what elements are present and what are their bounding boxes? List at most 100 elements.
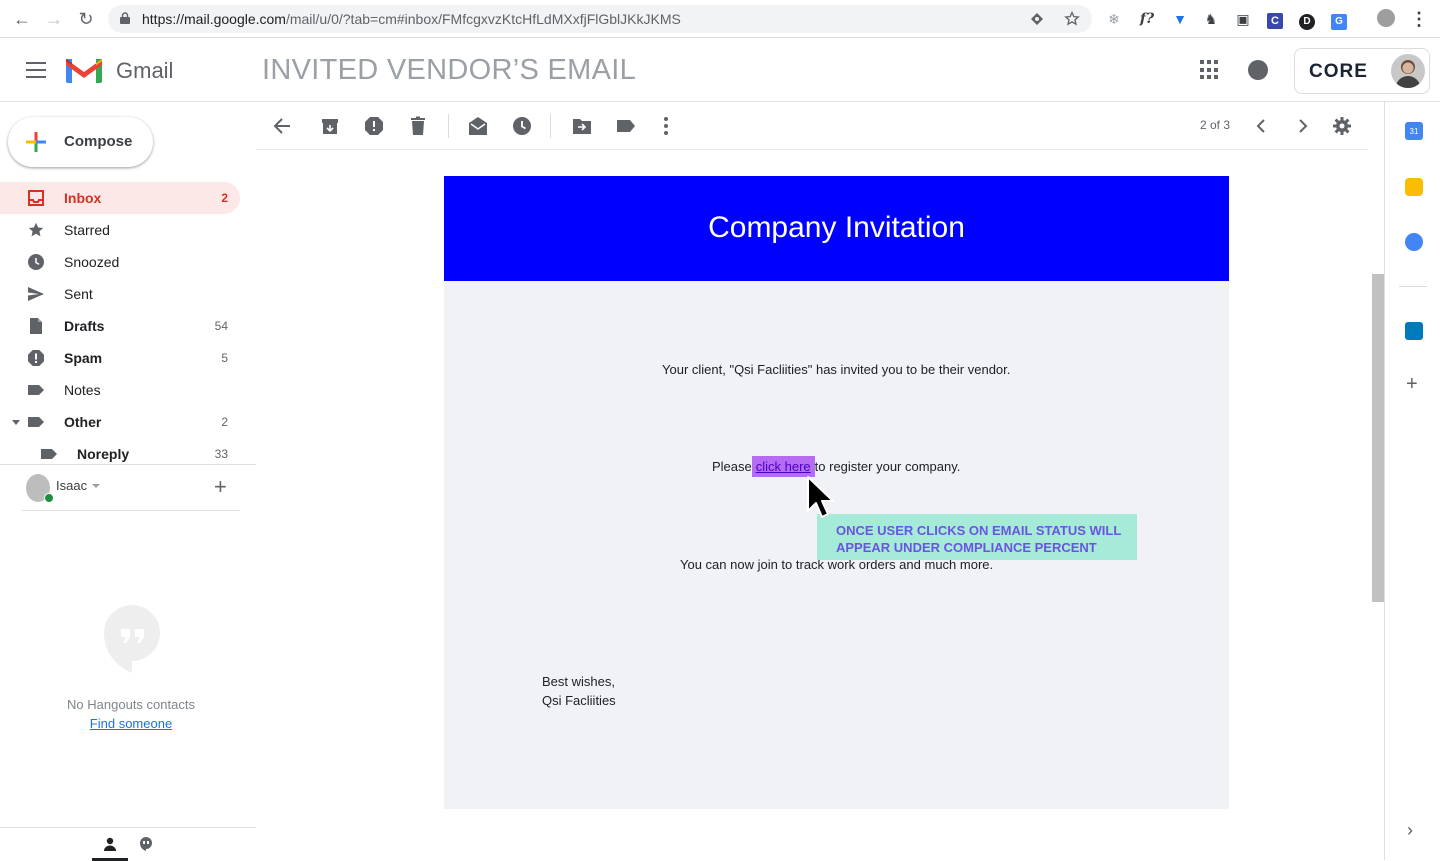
email-signature: Qsi Facliities: [542, 693, 616, 708]
toolbar-separator: [448, 114, 449, 138]
hangouts-user-name[interactable]: Isaac: [56, 478, 87, 493]
side-addons-panel: 31 + ›: [1384, 102, 1440, 860]
email-banner: Company Invitation: [444, 176, 1229, 281]
find-someone-link[interactable]: Find someone: [0, 716, 262, 731]
sidebar-item-noreply[interactable]: Noreply 33: [0, 438, 240, 464]
compose-button[interactable]: Compose: [8, 117, 153, 167]
email-title: Company Invitation: [708, 211, 965, 244]
file-icon: [30, 318, 42, 334]
label-tag-icon[interactable]: [616, 116, 636, 136]
compose-plus-icon: [26, 132, 46, 152]
sidebar-item-drafts[interactable]: Drafts 54: [0, 310, 240, 342]
bookmark-star-icon[interactable]: [1064, 11, 1080, 27]
address-bar[interactable]: https://mail.google.com/mail/u/0/?tab=cm…: [108, 5, 1092, 33]
label-icon: [28, 385, 44, 395]
email-signoff: Best wishes,: [542, 674, 615, 689]
label-icon: [28, 417, 44, 427]
screenshot-extension-icon[interactable]: ▣: [1233, 9, 1253, 29]
back-arrow-icon[interactable]: ←: [12, 9, 32, 29]
tracking-eye-icon[interactable]: [1030, 12, 1044, 26]
chevron-right-icon[interactable]: [1292, 116, 1312, 136]
email-register-line: Please click here to register your company…: [712, 456, 961, 477]
sidebar-item-spam[interactable]: Spam 5: [0, 342, 240, 374]
add-contact-icon[interactable]: +: [214, 475, 227, 499]
sidebar-item-snoozed[interactable]: Snoozed: [0, 246, 240, 278]
hangouts-tab-icon[interactable]: [139, 837, 153, 851]
label-icon: [41, 449, 57, 459]
hangouts-user[interactable]: Isaac +: [22, 473, 240, 511]
account-switcher[interactable]: CORE: [1294, 48, 1430, 94]
online-status-dot: [44, 493, 54, 503]
snowflake-extension-icon[interactable]: ❄: [1104, 9, 1124, 29]
vue-extension-icon[interactable]: ▼: [1170, 9, 1190, 29]
c-extension-icon[interactable]: C: [1265, 9, 1285, 29]
more-options-icon[interactable]: [656, 116, 676, 136]
report-spam-icon[interactable]: [364, 116, 384, 136]
notifications-bell-icon[interactable]: [1248, 60, 1268, 80]
sidebar-item-notes[interactable]: Notes: [0, 374, 240, 406]
sidebar-bottom-tabs: [0, 827, 256, 861]
email-register-suffix: to register your company.: [814, 459, 961, 474]
account-avatar[interactable]: [1391, 54, 1425, 88]
star-icon: [28, 222, 44, 237]
get-addons-plus-icon[interactable]: +: [1406, 374, 1418, 394]
sidebar-item-sent[interactable]: Sent: [0, 278, 240, 310]
move-to-folder-icon[interactable]: [572, 116, 592, 136]
annotation-callout: ONCE USER CLICKS ON EMAIL STATUS WILL AP…: [817, 514, 1137, 560]
trello-icon[interactable]: [1405, 322, 1423, 340]
forward-arrow-icon[interactable]: →: [44, 9, 64, 29]
sidebar-divider: [0, 464, 256, 465]
core-logo: CORE: [1309, 61, 1368, 82]
gmail-logo-icon[interactable]: [64, 55, 104, 85]
hangouts-quote-icon: [104, 605, 160, 673]
sidebar-item-inbox[interactable]: Inbox 2: [0, 182, 240, 214]
contacts-tab[interactable]: [92, 828, 128, 861]
tasks-icon[interactable]: [1405, 233, 1423, 251]
send-icon: [28, 287, 44, 301]
sidebar-item-other[interactable]: Other 2: [0, 406, 240, 438]
email-invite-text: Your client, "Qsi Facliities" has invite…: [662, 362, 1011, 377]
expand-panel-chevron-icon[interactable]: ›: [1407, 820, 1413, 841]
browser-toolbar: ← → ↻ https://mail.google.com/mail/u/0/?…: [0, 0, 1440, 38]
no-contacts-text: No Hangouts contacts: [67, 697, 195, 712]
spam-icon: [28, 350, 44, 366]
profile-avatar-icon[interactable]: [1376, 9, 1396, 29]
d-extension-icon[interactable]: D: [1297, 9, 1317, 30]
person-icon: [104, 837, 116, 851]
google-apps-icon[interactable]: [1200, 60, 1220, 80]
delete-trash-icon[interactable]: [408, 116, 428, 136]
formula-extension-icon[interactable]: f?: [1137, 9, 1157, 29]
snooze-clock-icon[interactable]: [512, 116, 532, 136]
click-here-link[interactable]: click here: [751, 456, 815, 477]
main-menu-icon[interactable]: [26, 62, 46, 78]
compose-label: Compose: [64, 133, 133, 150]
keep-icon[interactable]: [1405, 178, 1423, 196]
clock-icon: [28, 254, 44, 270]
mouse-pointer-icon: [807, 476, 834, 518]
lock-icon: [120, 12, 130, 24]
panel-divider: [1399, 286, 1427, 287]
figure-extension-icon[interactable]: ♞: [1201, 9, 1221, 29]
browser-menu-icon[interactable]: ⋮: [1409, 9, 1429, 29]
settings-gear-icon[interactable]: [1332, 116, 1352, 136]
annotation-text: ONCE USER CLICKS ON EMAIL STATUS WILL AP…: [836, 523, 1122, 555]
back-to-inbox-icon[interactable]: [272, 116, 292, 136]
chevron-left-icon[interactable]: [1252, 116, 1272, 136]
calendar-icon[interactable]: 31: [1405, 122, 1423, 140]
gmail-wordmark: Gmail: [116, 58, 174, 83]
email-register-prefix: Please: [712, 459, 752, 474]
reload-icon[interactable]: ↻: [76, 9, 96, 29]
expand-caret-icon[interactable]: [12, 420, 20, 425]
archive-icon[interactable]: [320, 116, 340, 136]
toolbar-separator: [550, 114, 551, 138]
chevron-down-icon[interactable]: [92, 484, 100, 488]
translate-extension-icon[interactable]: G: [1329, 9, 1349, 30]
inbox-icon: [28, 190, 44, 206]
mark-unread-icon[interactable]: [468, 116, 488, 136]
url-text: https://mail.google.com/mail/u/0/?tab=cm…: [142, 11, 681, 27]
message-toolbar: 2 of 3: [256, 102, 1368, 150]
page-banner-title: INVITED VENDOR’S EMAIL: [262, 54, 636, 86]
gmail-header: Gmail INVITED VENDOR’S EMAIL CORE: [0, 38, 1440, 102]
pagination-text: 2 of 3: [1200, 118, 1231, 132]
sidebar-item-starred[interactable]: Starred: [0, 214, 240, 246]
